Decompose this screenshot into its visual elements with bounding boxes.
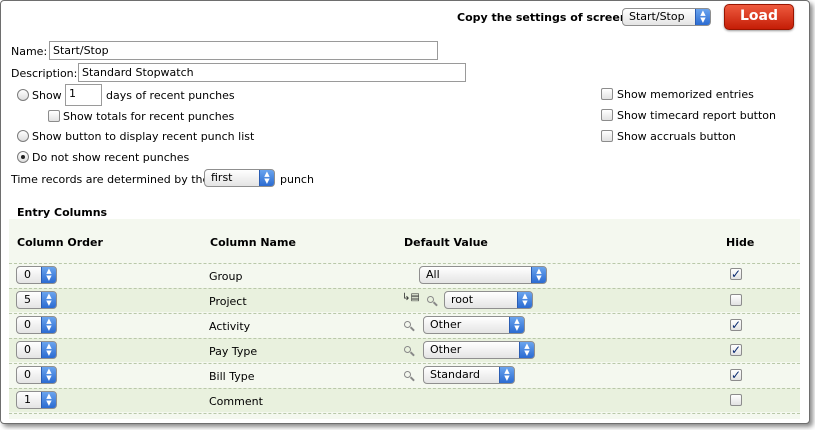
name-field[interactable]: Start/Stop	[49, 41, 438, 60]
column-name-header: Column Name	[210, 236, 296, 249]
select-arrows-icon: ▲ ▼	[499, 367, 514, 383]
entry-columns-title: Entry Columns	[17, 206, 108, 219]
row-divider	[9, 263, 800, 264]
row-divider	[9, 313, 800, 314]
punch-select-value: first	[211, 171, 233, 184]
search-icon[interactable]	[404, 321, 411, 328]
select-arrows-icon: ▲ ▼	[41, 392, 56, 408]
select-arrows-icon: ▲ ▼	[519, 342, 534, 358]
name-label: Name:	[11, 45, 48, 58]
memorized-label: Show memorized entries	[617, 88, 754, 101]
memorized-checkbox[interactable]	[601, 88, 613, 100]
column-name-pay-type: Pay Type	[209, 345, 258, 358]
hide-checkbox-project[interactable]	[730, 294, 742, 306]
time-records-label: Time records are determined by the	[11, 173, 210, 186]
row-divider	[9, 363, 800, 364]
order-value: 0	[24, 368, 31, 381]
default-value: Other	[430, 343, 462, 356]
do-not-show-label: Do not show recent punches	[32, 151, 190, 164]
row-band	[9, 388, 800, 412]
timecard-checkbox[interactable]	[601, 109, 613, 121]
days-label: days of recent punches	[106, 89, 235, 102]
hide-checkbox-comment[interactable]	[730, 394, 742, 406]
order-select-group[interactable]: 0 ▲ ▼	[16, 266, 57, 284]
search-icon[interactable]	[404, 371, 411, 378]
show-label: Show	[32, 89, 62, 102]
column-name-activity: Activity	[209, 320, 251, 333]
order-value: 0	[24, 343, 31, 356]
order-select-bill-type[interactable]: 0 ▲ ▼	[16, 366, 57, 384]
default-value: root	[451, 293, 474, 306]
select-arrows-icon: ▲ ▼	[259, 170, 274, 186]
default-value: All	[426, 268, 440, 281]
select-arrows-icon: ▲ ▼	[695, 9, 710, 25]
default-select-group[interactable]: All ▲ ▼	[419, 266, 547, 284]
show-totals-checkbox[interactable]	[48, 110, 60, 122]
hide-checkbox-bill-type[interactable]: ✓	[730, 369, 742, 381]
order-select-activity[interactable]: 0 ▲ ▼	[16, 316, 57, 334]
column-name-group: Group	[209, 270, 243, 283]
description-label: Description:	[11, 67, 78, 80]
select-arrows-icon: ▲ ▼	[509, 317, 524, 333]
default-select-activity[interactable]: Other ▲ ▼	[423, 316, 525, 334]
order-value: 1	[24, 393, 31, 406]
days-field[interactable]: 1	[65, 84, 102, 106]
column-order-header: Column Order	[17, 236, 103, 249]
accruals-label: Show accruals button	[617, 130, 736, 143]
show-button-radio[interactable]	[17, 130, 29, 142]
show-button-label: Show button to display recent punch list	[32, 130, 255, 143]
show-recent-radio[interactable]	[17, 89, 29, 101]
copy-screen-value: Start/Stop	[629, 10, 685, 23]
search-icon[interactable]	[427, 296, 434, 303]
select-arrows-icon: ▲ ▼	[41, 317, 56, 333]
select-arrows-icon: ▲ ▼	[41, 292, 56, 308]
default-select-project[interactable]: root ▲ ▼	[444, 291, 533, 309]
row-divider	[9, 413, 800, 414]
select-arrows-icon: ▲ ▼	[531, 267, 546, 283]
order-select-project[interactable]: 5 ▲ ▼	[16, 291, 57, 309]
default-value: Standard	[430, 368, 481, 381]
tree-browse-icon[interactable]: ↳▤	[402, 292, 420, 303]
select-arrows-icon: ▲ ▼	[41, 342, 56, 358]
order-value: 0	[24, 318, 31, 331]
do-not-show-radio[interactable]	[17, 151, 29, 163]
select-arrows-icon: ▲ ▼	[41, 367, 56, 383]
column-name-comment: Comment	[209, 395, 263, 408]
column-name-project: Project	[209, 295, 247, 308]
accruals-checkbox[interactable]	[601, 130, 613, 142]
row-divider	[9, 338, 800, 339]
settings-panel: Copy the settings of screen: Start/Stop …	[0, 0, 810, 424]
row-divider	[9, 388, 800, 389]
hide-checkbox-activity[interactable]: ✓	[730, 319, 742, 331]
copy-settings-label: Copy the settings of screen:	[457, 11, 633, 24]
column-name-bill-type: Bill Type	[209, 370, 255, 383]
punch-label: punch	[280, 173, 314, 186]
row-divider	[9, 288, 800, 289]
select-arrows-icon: ▲ ▼	[517, 292, 532, 308]
default-select-bill-type[interactable]: Standard ▲ ▼	[423, 366, 515, 384]
select-arrows-icon: ▲ ▼	[41, 267, 56, 283]
search-icon[interactable]	[404, 346, 411, 353]
order-value: 0	[24, 268, 31, 281]
copy-screen-select[interactable]: Start/Stop ▲ ▼	[622, 8, 711, 26]
hide-header: Hide	[726, 236, 755, 249]
order-select-pay-type[interactable]: 0 ▲ ▼	[16, 341, 57, 359]
default-value-header: Default Value	[404, 236, 488, 249]
hide-checkbox-group[interactable]: ✓	[730, 268, 742, 280]
show-totals-label: Show totals for recent punches	[63, 110, 235, 123]
default-value: Other	[430, 318, 462, 331]
hide-checkbox-pay-type[interactable]: ✓	[730, 344, 742, 356]
punch-select[interactable]: first ▲ ▼	[204, 169, 275, 187]
order-value: 5	[24, 293, 31, 306]
order-select-comment[interactable]: 1 ▲ ▼	[16, 391, 57, 409]
default-select-pay-type[interactable]: Other ▲ ▼	[423, 341, 535, 359]
description-field[interactable]: Standard Stopwatch	[78, 63, 466, 82]
load-button[interactable]: Load	[724, 4, 794, 30]
timecard-label: Show timecard report button	[617, 109, 777, 122]
